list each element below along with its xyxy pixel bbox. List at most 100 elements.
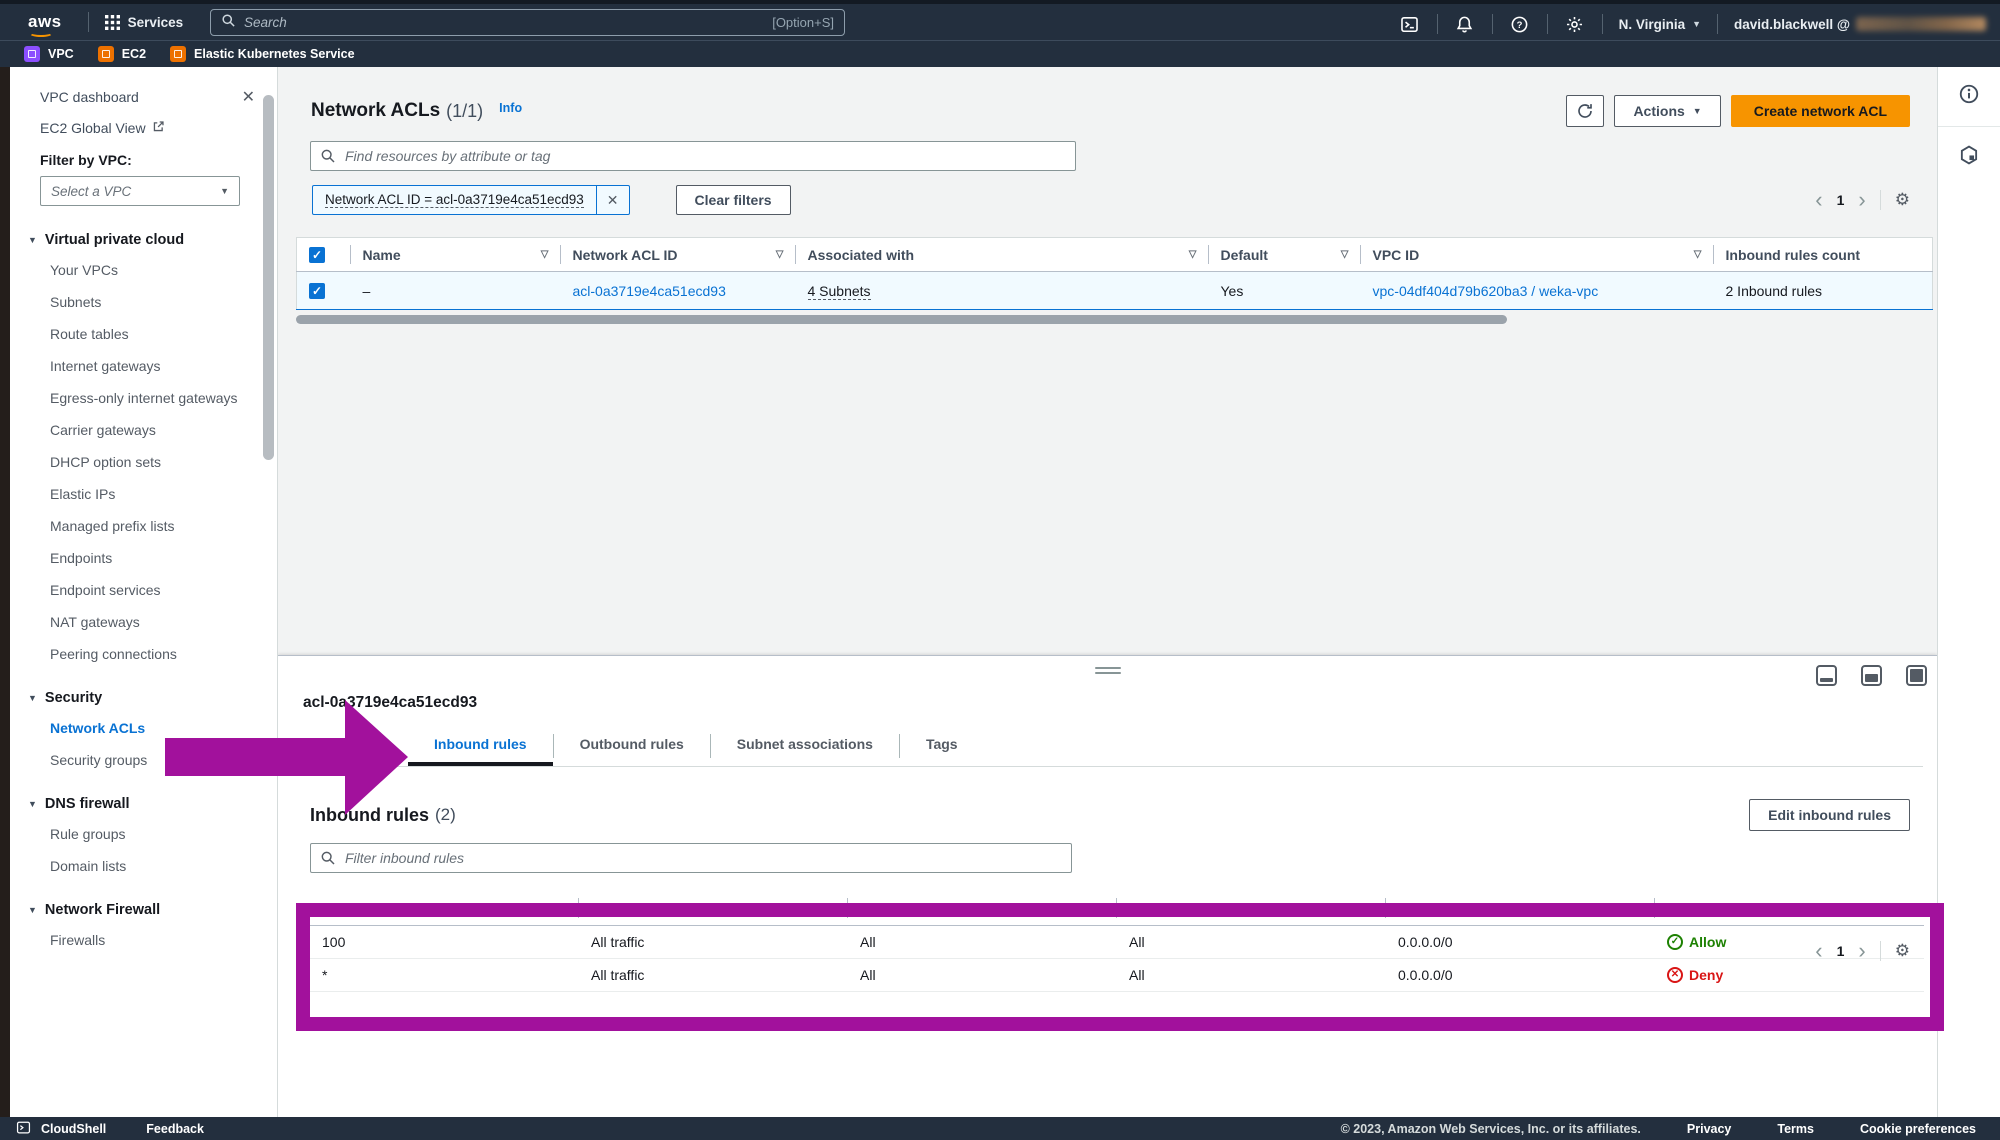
sidebar-item-security-groups[interactable]: Security groups: [10, 751, 240, 770]
panel-size-large-button[interactable]: [1906, 665, 1927, 686]
vpc-id-link[interactable]: vpc-04df404d79b620ba3 / weka-vpc: [1373, 283, 1599, 299]
sidebar-item-rule-groups[interactable]: Rule groups: [10, 825, 240, 844]
sidebar-item-dhcp-option-sets[interactable]: DHCP option sets: [10, 453, 240, 472]
edit-inbound-rules-button[interactable]: Edit inbound rules: [1749, 799, 1910, 831]
acl-id-link[interactable]: acl-0a3719e4ca51ecd93: [573, 283, 726, 299]
actions-button[interactable]: Actions ▼: [1614, 95, 1720, 127]
resource-filter-input[interactable]: [310, 141, 1076, 171]
services-menu[interactable]: Services: [105, 15, 184, 30]
column-header-type[interactable]: Type▽: [579, 891, 848, 925]
column-header-vpc-id[interactable]: VPC ID▽: [1361, 238, 1714, 272]
aws-logo[interactable]: aws: [28, 12, 62, 32]
sidebar-item-internet-gateways[interactable]: Internet gateways: [10, 357, 240, 376]
column-header-associated-with[interactable]: Associated with▽: [796, 238, 1209, 272]
column-header-default[interactable]: Default▽: [1209, 238, 1361, 272]
sidebar-item-your-vpcs[interactable]: Your VPCs: [10, 261, 240, 280]
associated-subnets-link[interactable]: 4 Subnets: [808, 283, 871, 300]
global-search-box[interactable]: [Option+S]: [210, 9, 845, 36]
sort-icon[interactable]: ▽: [1341, 249, 1349, 260]
sidebar-item-firewalls[interactable]: Firewalls: [10, 931, 240, 950]
feedback-link[interactable]: Feedback: [146, 1122, 204, 1136]
sidebar-scrollbar[interactable]: [263, 95, 274, 460]
sidebar-item-managed-prefix-lists[interactable]: Managed prefix lists: [10, 517, 240, 536]
help-icon[interactable]: ?: [1509, 13, 1531, 35]
table-settings-gear-icon[interactable]: ⚙: [1880, 190, 1910, 210]
sidebar-item-ec2-global-view[interactable]: EC2 Global View: [40, 120, 146, 136]
footer-cloudshell[interactable]: CloudShell: [16, 1120, 106, 1138]
sidebar-item-route-tables[interactable]: Route tables: [10, 325, 240, 344]
sidebar-section-dns-firewall[interactable]: ▼ DNS firewall: [10, 796, 277, 812]
sidebar-item-endpoints[interactable]: Endpoints: [10, 549, 240, 568]
sidebar-item-egress-only[interactable]: Egress-only internet gateways: [10, 389, 240, 408]
column-header-protocol[interactable]: Protocol▽: [848, 891, 1117, 925]
sidebar-item-carrier-gateways[interactable]: Carrier gateways: [10, 421, 240, 440]
column-header-rule-number[interactable]: Rule number▽: [310, 891, 579, 925]
sort-icon[interactable]: ▽: [1904, 902, 1912, 913]
terms-link[interactable]: Terms: [1777, 1122, 1814, 1136]
page-next-icon[interactable]: ›: [1858, 187, 1865, 213]
settings-gear-icon[interactable]: [1564, 13, 1586, 35]
sidebar-item-endpoint-services[interactable]: Endpoint services: [10, 581, 240, 600]
sidebar-item-peering-connections[interactable]: Peering connections: [10, 645, 240, 664]
sidebar-item-subnets[interactable]: Subnets: [10, 293, 240, 312]
inbound-rules-filter-input[interactable]: [310, 843, 1072, 873]
column-header-source[interactable]: Source▽: [1386, 891, 1655, 925]
page-next-icon[interactable]: ›: [1858, 938, 1865, 964]
privacy-link[interactable]: Privacy: [1687, 1122, 1731, 1136]
close-icon[interactable]: ✕: [242, 87, 255, 107]
table-horizontal-scrollbar[interactable]: [296, 315, 1932, 326]
sort-icon[interactable]: ▽: [541, 249, 549, 260]
column-header-acl-id[interactable]: Network ACL ID▽: [561, 238, 796, 272]
page-number[interactable]: 1: [1837, 943, 1845, 959]
sort-icon[interactable]: ▽: [1189, 249, 1197, 260]
region-selector[interactable]: N. Virginia ▼: [1619, 17, 1701, 32]
sidebar-section-vpc[interactable]: ▼ Virtual private cloud: [10, 232, 277, 248]
table-row[interactable]: ✓ – acl-0a3719e4ca51ecd93 4 Subnets Yes …: [297, 272, 1933, 310]
sort-icon[interactable]: ▽: [559, 902, 567, 913]
create-network-acl-button[interactable]: Create network ACL: [1731, 95, 1910, 127]
tab-subnet-associations[interactable]: Subnet associations: [711, 728, 899, 764]
tab-inbound-rules[interactable]: Inbound rules: [408, 728, 553, 764]
sidebar-item-vpc-dashboard[interactable]: VPC dashboard: [40, 89, 139, 105]
sidebar-section-network-firewall[interactable]: ▼ Network Firewall: [10, 902, 277, 918]
sort-icon[interactable]: ▽: [776, 249, 784, 260]
info-link[interactable]: Info: [499, 101, 522, 115]
page-prev-icon[interactable]: ‹: [1815, 938, 1822, 964]
notifications-bell-icon[interactable]: [1454, 13, 1476, 35]
sidebar-item-network-acls[interactable]: Network ACLs: [10, 719, 240, 738]
tab-outbound-rules[interactable]: Outbound rules: [554, 728, 710, 764]
column-header-name[interactable]: Name▽: [351, 238, 561, 272]
account-menu[interactable]: david.blackwell @: [1734, 17, 1986, 32]
favorite-ec2[interactable]: EC2: [98, 46, 146, 62]
cookie-preferences-link[interactable]: Cookie preferences: [1860, 1122, 1976, 1136]
cloudshell-icon[interactable]: [1399, 13, 1421, 35]
sidebar-item-elastic-ips[interactable]: Elastic IPs: [10, 485, 240, 504]
rule-row-100[interactable]: 100 All traffic All All 0.0.0.0/0 ✓Allow: [310, 925, 1924, 958]
sort-icon[interactable]: ▽: [1635, 902, 1643, 913]
tab-tags[interactable]: Tags: [900, 728, 984, 764]
split-panel-drag-handle[interactable]: [1095, 664, 1121, 677]
refresh-button[interactable]: [1566, 95, 1604, 127]
column-header-inbound-count[interactable]: Inbound rules count: [1714, 238, 1933, 272]
vpc-filter-select[interactable]: Select a VPC ▼: [40, 176, 240, 206]
filter-tag-remove-icon[interactable]: ✕: [596, 186, 629, 214]
favorite-eks[interactable]: Elastic Kubernetes Service: [170, 46, 355, 62]
column-header-allow-deny[interactable]: Allow/Deny▽: [1655, 891, 1924, 925]
favorite-vpc[interactable]: VPC: [24, 46, 74, 62]
sort-icon[interactable]: ▽: [1366, 902, 1374, 913]
column-header-port-range[interactable]: Port range▽: [1117, 891, 1386, 925]
table-settings-gear-icon[interactable]: ⚙: [1880, 941, 1910, 961]
sort-icon[interactable]: ▽: [1694, 249, 1702, 260]
global-search-input[interactable]: [244, 15, 764, 30]
panel-size-medium-button[interactable]: [1861, 665, 1882, 686]
page-number[interactable]: 1: [1837, 192, 1845, 208]
sidebar-section-security[interactable]: ▼ Security: [10, 690, 277, 706]
select-all-checkbox[interactable]: ✓: [309, 247, 325, 263]
sidebar-item-nat-gateways[interactable]: NAT gateways: [10, 613, 240, 632]
panel-size-small-button[interactable]: [1816, 665, 1837, 686]
clear-filters-button[interactable]: Clear filters: [676, 185, 791, 215]
resources-panel-button[interactable]: [1938, 127, 2000, 187]
row-checkbox[interactable]: ✓: [309, 283, 325, 299]
sort-icon[interactable]: ▽: [1097, 902, 1105, 913]
sort-icon[interactable]: ▽: [828, 902, 836, 913]
